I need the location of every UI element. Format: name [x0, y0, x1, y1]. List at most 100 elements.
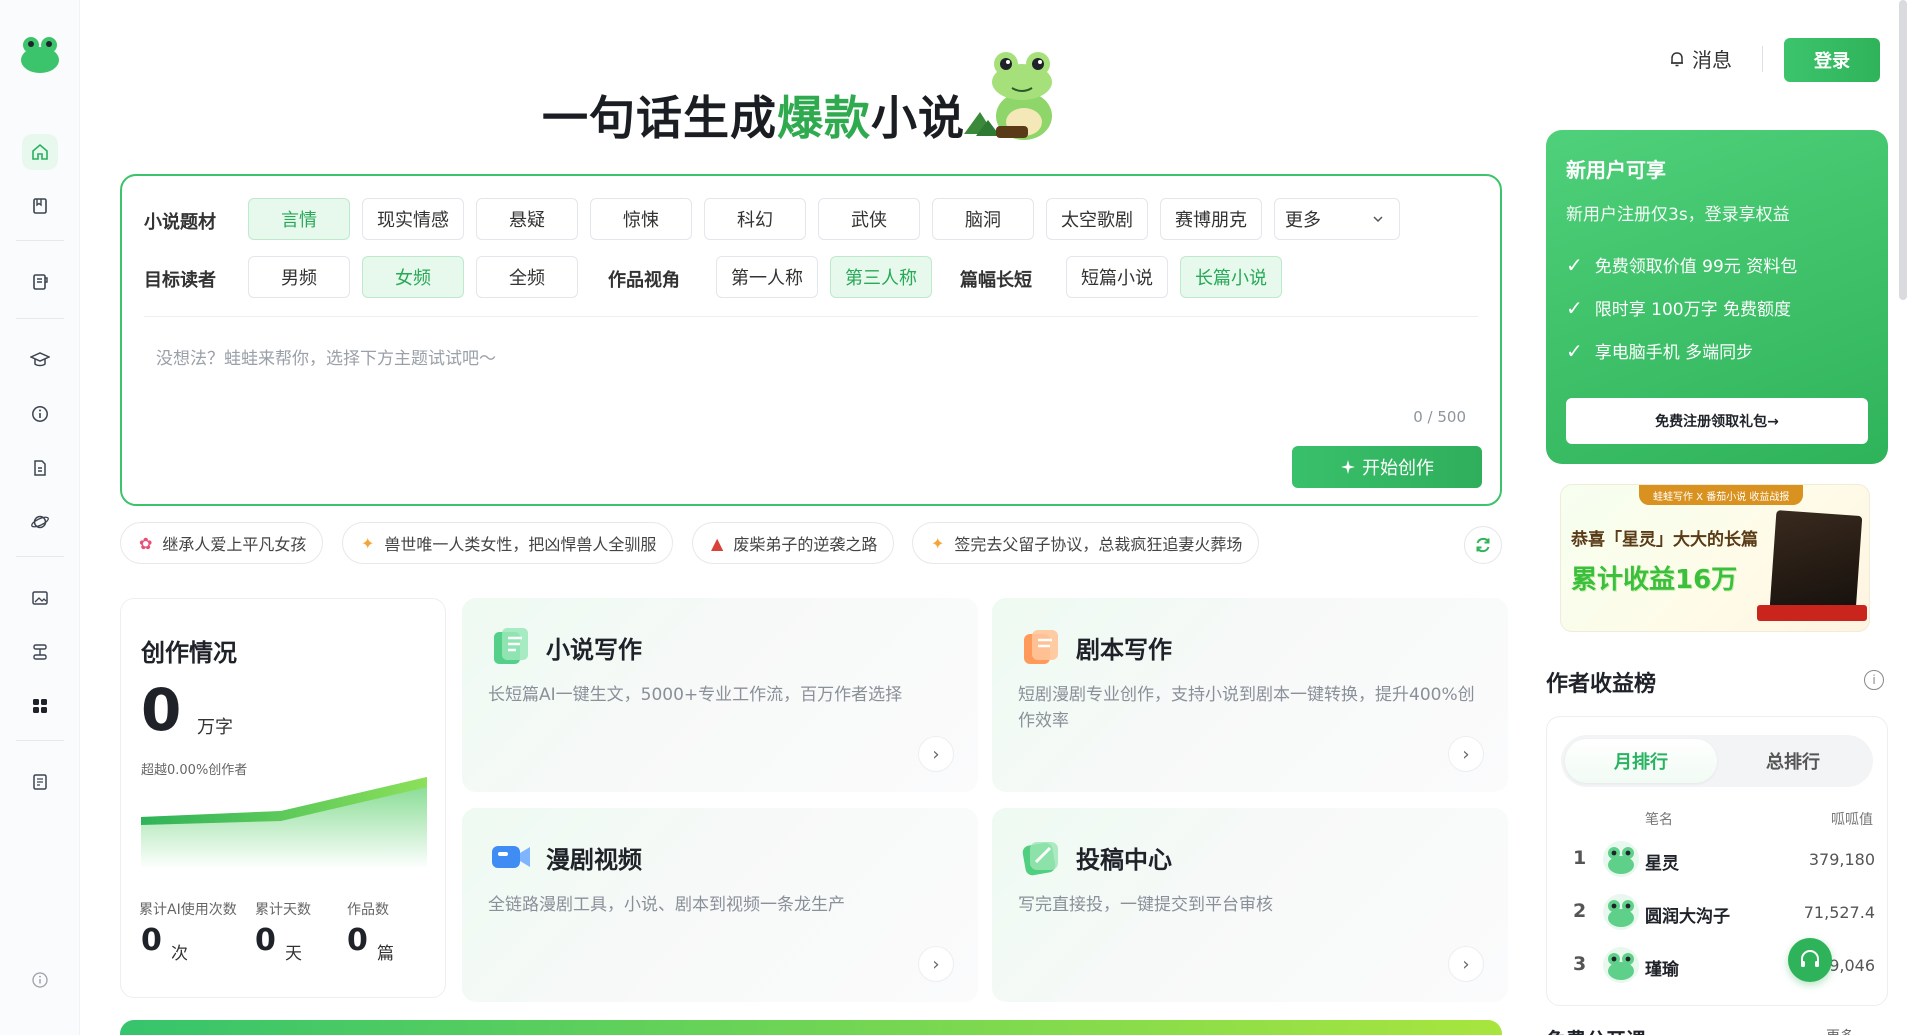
length-chip[interactable]: 长篇小说 — [1180, 256, 1282, 298]
stat-value: 0 — [347, 923, 368, 958]
script-writing-icon — [1024, 630, 1058, 664]
ranking-name: 星灵 — [1645, 854, 1679, 874]
chevron-down-icon — [1373, 216, 1383, 223]
check-icon: ✓ — [1566, 295, 1583, 320]
apps-grid-icon[interactable] — [22, 688, 58, 724]
pagoda-icon: ▲ — [711, 533, 724, 553]
workflow-icon[interactable] — [22, 634, 58, 670]
header-separator — [1762, 46, 1763, 72]
suggestion-pill[interactable]: ▲ 废柴弟子的逆袭之路 — [692, 522, 895, 564]
earnings-banner[interactable]: 蛙蛙写作 X 番茄小说 收益战报 恭喜「星灵」大大的长篇 累计收益16万 — [1560, 484, 1870, 632]
refresh-suggestions-button[interactable] — [1464, 526, 1502, 564]
stats-word-unit: 万字 — [197, 717, 233, 738]
reader-chip[interactable]: 女频 — [362, 256, 464, 298]
hero-title-highlight: 爆款 — [777, 91, 871, 145]
suggestion-text: 签完去父留子协议，总裁疯狂追妻火葬场 — [954, 535, 1243, 554]
suggestion-pill[interactable]: ✿ 继承人爱上平凡女孩 — [120, 522, 324, 564]
about-info-icon[interactable] — [22, 962, 58, 998]
chevron-right-icon[interactable]: › — [918, 736, 954, 772]
feature-desc: 短剧漫剧专业创作，支持小说到剧本一键转换，提升400%创作效率 — [1018, 685, 1475, 732]
submit-icon — [1022, 842, 1058, 876]
feature-card-novel[interactable]: 小说写作 长短篇AI一键生文，5000+专业工作流，百万作者选择 › — [462, 598, 978, 792]
pov-chip[interactable]: 第一人称 — [716, 256, 818, 298]
free-class-more-link[interactable]: 更多 — [1826, 1026, 1854, 1035]
contract-icon[interactable] — [22, 764, 58, 800]
ranking-value: 9,046 — [1829, 956, 1875, 975]
avatar — [1603, 841, 1639, 877]
tab-total[interactable]: 总排行 — [1717, 739, 1869, 783]
length-chip[interactable]: 短篇小说 — [1066, 256, 1168, 298]
banner-ribbon — [1757, 605, 1867, 621]
avatar — [1603, 894, 1639, 930]
ranking-col-value: 呱呱值 — [1831, 812, 1873, 828]
customer-service-button[interactable] — [1788, 938, 1832, 982]
ranking-title: 作者收益榜 — [1546, 672, 1657, 697]
genre-chip[interactable]: 武侠 — [818, 198, 920, 240]
stat-value: 0 — [141, 923, 162, 958]
reader-chip[interactable]: 男频 — [248, 256, 350, 298]
prompt-input[interactable]: 没想法？蛙蛙来帮你，选择下方主题试试吧～ — [156, 344, 496, 369]
document-icon[interactable] — [22, 450, 58, 486]
hero-title-post: 小说 — [871, 91, 965, 145]
stat-label: 累计天数 — [255, 902, 311, 918]
chevron-right-icon[interactable]: › — [1448, 946, 1484, 982]
length-label: 篇幅长短 — [960, 270, 1032, 291]
reader-label: 目标读者 — [144, 270, 216, 291]
home-icon[interactable] — [22, 134, 58, 170]
chevron-right-icon[interactable]: › — [918, 946, 954, 982]
info-icon[interactable] — [22, 396, 58, 432]
feature-desc: 写完直接投，一键提交到平台审核 — [1018, 895, 1273, 915]
reader-chip[interactable]: 全频 — [476, 256, 578, 298]
ranking-tabs: 月排行 总排行 — [1561, 735, 1873, 787]
stat-unit: 次 — [171, 944, 188, 964]
messages-button[interactable]: 消息 — [1668, 44, 1732, 73]
avatar — [1603, 947, 1639, 983]
genre-more-dropdown[interactable]: 更多 — [1274, 198, 1400, 240]
suggestion-pill[interactable]: ✦ 兽世唯一人类女性，把凶悍兽人全驯服 — [342, 522, 674, 564]
ranking-col-name: 笔名 — [1645, 812, 1673, 828]
genre-chip[interactable]: 惊悚 — [590, 198, 692, 240]
register-gift-button[interactable]: 免费注册领取礼包→ — [1566, 398, 1868, 444]
stat-unit: 篇 — [377, 944, 394, 964]
bottom-banner[interactable] — [120, 1020, 1502, 1035]
genre-chip[interactable]: 言情 — [248, 198, 350, 240]
feature-card-video[interactable]: 漫剧视频 全链路漫剧工具，小说、剧本到视频一条龙生产 › — [462, 808, 978, 1002]
sparkle-icon — [1341, 460, 1355, 474]
ranking-row[interactable]: 2 圆润大沟子 71,527.4 — [1547, 892, 1889, 932]
feature-card-script[interactable]: 剧本写作 短剧漫剧专业创作，支持小说到剧本一键转换，提升400%创作效率 › — [992, 598, 1508, 792]
genre-chip[interactable]: 现实情感 — [362, 198, 464, 240]
ranking-info-icon[interactable]: i — [1864, 670, 1884, 690]
genre-more-label: 更多 — [1285, 210, 1321, 231]
frog-logo[interactable] — [20, 36, 60, 74]
genre-chip[interactable]: 赛博朋克 — [1160, 198, 1262, 240]
headset-icon — [1801, 950, 1819, 967]
feature-title: 小说写作 — [546, 636, 642, 664]
ranking-row[interactable]: 1 星灵 379,180 — [1547, 839, 1889, 879]
chevron-right-icon[interactable]: › — [1448, 736, 1484, 772]
ranking-row[interactable]: 3 瑾瑜 9,046 — [1547, 945, 1889, 985]
genre-chip[interactable]: 脑洞 — [932, 198, 1034, 240]
book-icon[interactable] — [22, 188, 58, 224]
pov-chip[interactable]: 第三人称 — [830, 256, 932, 298]
suggestion-pill[interactable]: ✦ 签完去父留子协议，总裁疯狂追妻火葬场 — [912, 522, 1260, 564]
feature-title: 漫剧视频 — [546, 846, 642, 874]
notebook-icon[interactable] — [22, 264, 58, 300]
char-counter: 0 / 500 — [1413, 408, 1466, 426]
image-edit-icon[interactable] — [22, 580, 58, 616]
feature-card-submit[interactable]: 投稿中心 写完直接投，一键提交到平台审核 › — [992, 808, 1508, 1002]
new-user-promo-card: 新用户可享 新用户注册仅3s，登录享权益 ✓ 免费领取价值 99元 资料包 ✓ … — [1546, 130, 1888, 464]
ranking-rank: 2 — [1573, 900, 1587, 922]
genre-chip[interactable]: 太空歌剧 — [1046, 198, 1148, 240]
pov-label: 作品视角 — [608, 270, 680, 291]
page-scrollbar[interactable] — [1899, 0, 1907, 300]
graduation-cap-icon[interactable] — [22, 342, 58, 378]
banner-line1: 恭喜「星灵」大大的长篇 — [1571, 530, 1758, 550]
sidebar-divider — [16, 556, 64, 557]
ranking-value: 379,180 — [1808, 850, 1875, 869]
start-create-button[interactable]: 开始创作 — [1292, 446, 1482, 488]
tab-monthly[interactable]: 月排行 — [1565, 739, 1717, 783]
genre-chip[interactable]: 悬疑 — [476, 198, 578, 240]
login-button[interactable]: 登录 — [1784, 38, 1880, 82]
genre-chip[interactable]: 科幻 — [704, 198, 806, 240]
planet-icon[interactable] — [22, 504, 58, 540]
